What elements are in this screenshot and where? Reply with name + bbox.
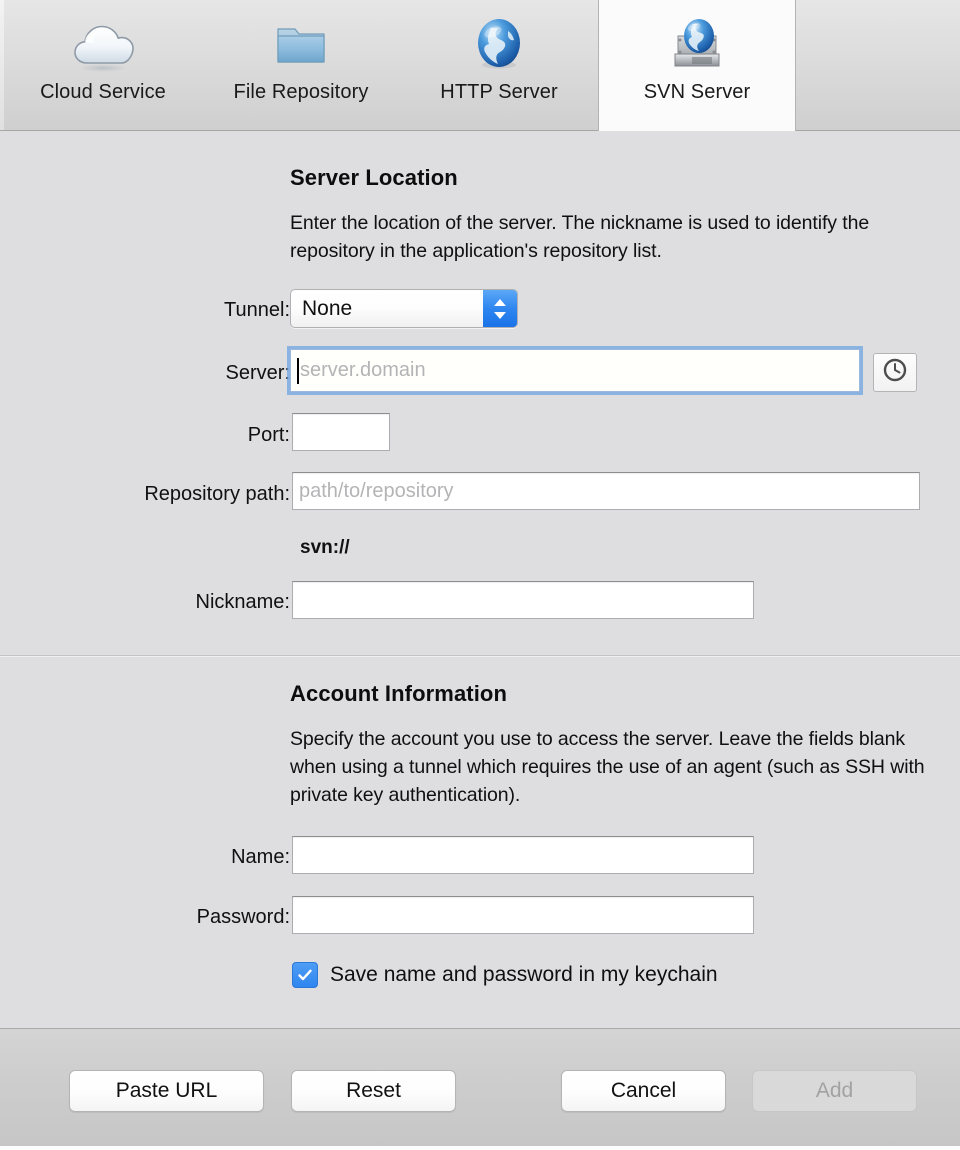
name-label: Name: bbox=[231, 846, 290, 868]
repository-path-input[interactable]: path/to/repository bbox=[292, 472, 920, 510]
account-information-description: Specify the account you use to access th… bbox=[290, 728, 925, 806]
nickname-input[interactable] bbox=[292, 581, 754, 619]
tunnel-selected-value: None bbox=[302, 296, 353, 320]
server-history-button[interactable] bbox=[873, 353, 917, 392]
toolbar-empty-area bbox=[796, 0, 960, 131]
paste-url-button[interactable]: Paste URL bbox=[69, 1070, 264, 1112]
dialog-content: Server Location Enter the location of th… bbox=[0, 131, 960, 1028]
tab-cloud-service[interactable]: Cloud Service bbox=[4, 0, 202, 131]
port-label: Port: bbox=[247, 424, 290, 446]
toolbar-tabs: Cloud Service File Repository HTTP Serve… bbox=[0, 0, 960, 131]
dialog-footer: Paste URL Reset Cancel Add bbox=[0, 1028, 960, 1150]
globe-icon bbox=[467, 14, 531, 76]
save-keychain-label: Save name and password in my keychain bbox=[330, 963, 718, 986]
tunnel-label: Tunnel: bbox=[224, 299, 290, 321]
cancel-button[interactable]: Cancel bbox=[561, 1070, 726, 1112]
add-button[interactable]: Add bbox=[752, 1070, 917, 1112]
add-repository-dialog: Cloud Service File Repository HTTP Serve… bbox=[0, 0, 960, 1150]
chevron-up-down-icon bbox=[483, 290, 517, 327]
scheme-preview: svn:// bbox=[300, 537, 350, 558]
section-divider bbox=[0, 655, 960, 657]
tab-label: SVN Server bbox=[643, 81, 751, 103]
server-input[interactable]: server.domain bbox=[290, 349, 860, 392]
clock-icon bbox=[882, 357, 908, 388]
tab-http-server[interactable]: HTTP Server bbox=[400, 0, 598, 131]
text-caret bbox=[297, 357, 299, 384]
toolbar-left-edge bbox=[0, 0, 4, 130]
check-icon bbox=[298, 969, 312, 981]
repository-path-label: Repository path: bbox=[144, 483, 290, 505]
server-placeholder: server.domain bbox=[300, 359, 426, 381]
save-keychain-checkbox-row[interactable]: Save name and password in my keychain bbox=[292, 962, 718, 988]
tunnel-select[interactable]: None bbox=[290, 289, 518, 328]
server-location-description: Enter the location of the server. The ni… bbox=[290, 212, 870, 262]
server-location-title: Server Location bbox=[290, 165, 458, 190]
harddrive-globe-icon bbox=[665, 14, 729, 76]
reset-button[interactable]: Reset bbox=[291, 1070, 456, 1112]
account-information-title: Account Information bbox=[290, 681, 508, 706]
repository-path-placeholder: path/to/repository bbox=[299, 479, 454, 502]
tab-svn-server[interactable]: SVN Server bbox=[598, 0, 796, 131]
cloud-icon bbox=[71, 14, 135, 76]
window-bottom-edge bbox=[0, 1146, 960, 1150]
name-input[interactable] bbox=[292, 836, 754, 874]
tab-label: File Repository bbox=[233, 81, 369, 103]
server-label: Server: bbox=[225, 362, 290, 384]
nickname-label: Nickname: bbox=[195, 591, 290, 613]
tab-file-repository[interactable]: File Repository bbox=[202, 0, 400, 131]
password-input[interactable] bbox=[292, 896, 754, 934]
tab-label: Cloud Service bbox=[40, 81, 166, 103]
port-input[interactable] bbox=[292, 413, 390, 451]
password-label: Password: bbox=[196, 906, 290, 928]
tab-label: HTTP Server bbox=[440, 81, 558, 103]
folder-icon bbox=[269, 14, 333, 76]
save-keychain-checkbox[interactable] bbox=[292, 962, 318, 988]
